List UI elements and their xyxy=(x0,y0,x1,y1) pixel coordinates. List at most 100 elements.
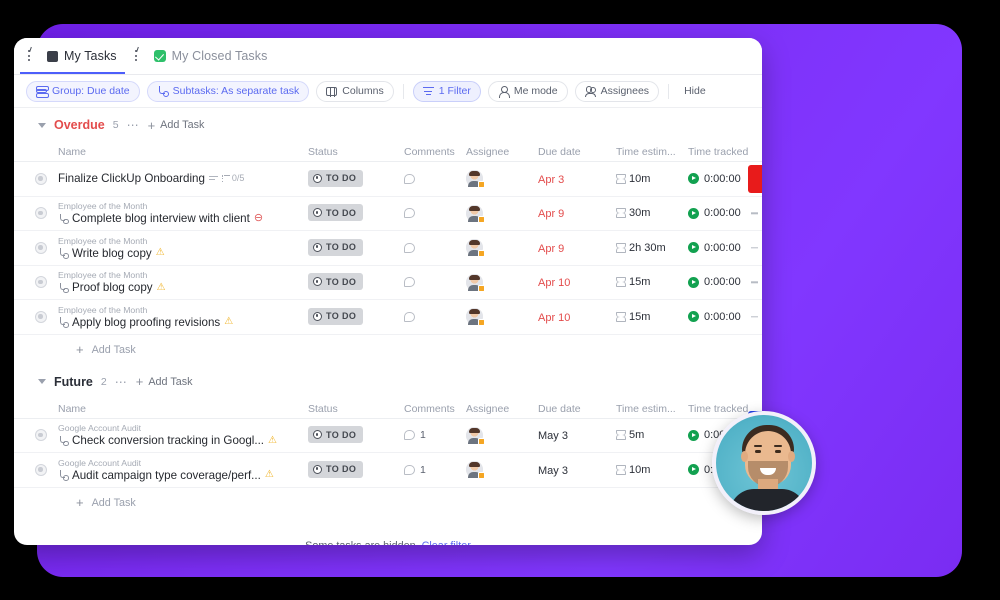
add-task-row[interactable]: + Add Task xyxy=(14,488,762,518)
add-task-row[interactable]: + Add Task xyxy=(14,335,762,365)
avatar[interactable] xyxy=(466,239,485,258)
cell-comments xyxy=(404,311,466,322)
avatar[interactable] xyxy=(466,273,485,292)
time-estimate-wrapper[interactable]: 15m xyxy=(616,311,688,323)
tab-my-tasks[interactable]: My Tasks xyxy=(20,38,125,74)
status-badge[interactable]: TO DO xyxy=(308,426,364,444)
comments-wrapper[interactable] xyxy=(404,208,466,219)
group-by-label: Group: Due date xyxy=(52,85,130,97)
stack-icon xyxy=(36,86,47,97)
due-date-value[interactable]: Apr 10 xyxy=(538,277,570,289)
time-estimate-wrapper[interactable]: 30m xyxy=(616,207,688,219)
webcam-eye-left xyxy=(755,450,761,453)
comments-wrapper[interactable]: 1 xyxy=(404,429,466,441)
subtasks-chip[interactable]: Subtasks: As separate task xyxy=(146,80,310,102)
avatar[interactable] xyxy=(466,461,485,480)
row-status-circle[interactable] xyxy=(35,241,47,254)
status-radio-icon xyxy=(313,311,322,321)
comments-wrapper[interactable] xyxy=(404,311,466,322)
subtask-arrow-icon xyxy=(58,248,69,259)
cell-comments xyxy=(404,242,466,253)
play-timer-icon[interactable] xyxy=(688,242,699,254)
clickup-window: My Tasks My Closed Tasks Group: Due date… xyxy=(14,38,762,545)
hourglass-icon xyxy=(616,173,626,184)
play-timer-icon[interactable] xyxy=(688,173,699,185)
status-badge[interactable]: TO DO xyxy=(308,307,364,325)
tab-my-closed-tasks[interactable]: My Closed Tasks xyxy=(133,38,270,74)
row-status-circle[interactable] xyxy=(35,463,47,476)
group-by-chip[interactable]: Group: Due date xyxy=(26,80,140,102)
row-status-circle[interactable] xyxy=(35,172,47,185)
hide-button[interactable]: Hide xyxy=(678,85,712,97)
row-status-circle[interactable] xyxy=(35,429,47,442)
status-badge[interactable]: TO DO xyxy=(308,169,364,187)
time-estimate-value: 15m xyxy=(629,310,651,323)
play-timer-icon[interactable] xyxy=(688,464,699,476)
filter-chip[interactable]: 1 Filter xyxy=(412,80,481,102)
green-check-icon xyxy=(153,50,166,62)
group-more-icon[interactable]: ⋯ xyxy=(115,375,128,389)
column-header-status-label: Status xyxy=(308,146,338,158)
time-estimate-wrapper[interactable]: 2h 30m xyxy=(616,242,688,254)
columns-chip[interactable]: Columns xyxy=(316,80,394,102)
list-icon xyxy=(28,46,41,63)
group-count: 5 xyxy=(112,119,119,131)
cell-name: Employee of the Month Complete blog inter… xyxy=(58,201,308,225)
subtask-arrow-icon xyxy=(58,213,69,225)
due-date-value[interactable]: Apr 10 xyxy=(538,312,570,324)
hidden-tasks-note: Some tasks are hidden. Clear filter xyxy=(14,518,762,546)
me-mode-label: Me mode xyxy=(513,85,558,97)
assignees-chip[interactable]: Assignees xyxy=(574,80,660,102)
group-collapse-caret[interactable] xyxy=(38,379,46,384)
play-timer-icon[interactable] xyxy=(688,311,699,323)
status-badge[interactable]: TO DO xyxy=(308,460,364,478)
status-badge[interactable]: TO DO xyxy=(308,204,364,222)
status-badge[interactable]: TO DO xyxy=(308,238,364,256)
play-timer-icon[interactable] xyxy=(688,429,699,441)
play-timer-icon[interactable] xyxy=(688,207,699,219)
group-collapse-caret[interactable] xyxy=(38,122,46,128)
status-badge[interactable]: TO DO xyxy=(308,273,364,291)
clear-filter-link[interactable]: Clear filter xyxy=(422,540,471,546)
due-date-value[interactable]: Apr 9 xyxy=(538,243,564,255)
avatar[interactable] xyxy=(466,204,485,223)
due-date-value[interactable]: Apr 9 xyxy=(538,208,564,220)
comments-wrapper[interactable] xyxy=(404,277,466,288)
comments-wrapper[interactable]: 1 xyxy=(404,464,466,476)
group-more-icon[interactable]: ⋯ xyxy=(127,118,140,132)
due-date-value[interactable]: May 3 xyxy=(538,430,568,442)
cell-assignee xyxy=(466,204,538,223)
status-badge-label: TO DO xyxy=(326,173,357,184)
table-row: Google Account Audit Audit campaign type … xyxy=(14,453,762,488)
cell-name: Finalize ClickUp Onboarding 0/5 xyxy=(58,172,308,185)
time-estimate-wrapper[interactable]: 5m xyxy=(616,429,688,441)
row-status-circle[interactable] xyxy=(35,276,47,289)
table-row: Employee of the Month Apply blog proofing… xyxy=(14,300,762,335)
comments-wrapper[interactable] xyxy=(404,173,466,184)
play-timer-icon[interactable] xyxy=(688,276,699,288)
time-estimate-wrapper[interactable]: 10m xyxy=(616,173,688,185)
me-mode-chip[interactable]: Me mode xyxy=(487,80,568,102)
avatar-status-badge xyxy=(478,437,485,445)
cell-assignee xyxy=(466,273,538,292)
due-date-value[interactable]: May 3 xyxy=(538,465,568,477)
description-icon xyxy=(208,175,218,182)
comments-wrapper[interactable] xyxy=(404,242,466,253)
time-estimate-value: 15m xyxy=(629,276,651,289)
time-estimate-wrapper[interactable]: 15m xyxy=(616,276,688,288)
checklist-indicator: 0/5 xyxy=(221,172,244,185)
row-status-circle[interactable] xyxy=(35,310,47,323)
time-tracked-value: 0:00:00 xyxy=(704,276,741,289)
avatar[interactable] xyxy=(466,426,485,445)
group-add-task-button[interactable]: + Add Task xyxy=(136,375,193,388)
avatar[interactable] xyxy=(466,308,485,327)
time-estimate-value: 5m xyxy=(629,429,645,442)
group-add-task-button[interactable]: + Add Task xyxy=(148,119,205,132)
time-estimate-wrapper[interactable]: 10m xyxy=(616,464,688,476)
due-date-value[interactable]: Apr 3 xyxy=(538,174,564,186)
row-status-circle[interactable] xyxy=(35,207,47,220)
column-header-comments: Comments xyxy=(404,142,466,160)
avatar[interactable] xyxy=(466,170,485,189)
time-estimate-value: 10m xyxy=(629,463,651,476)
cell-name: Google Account Audit Audit campaign type … xyxy=(58,458,308,482)
